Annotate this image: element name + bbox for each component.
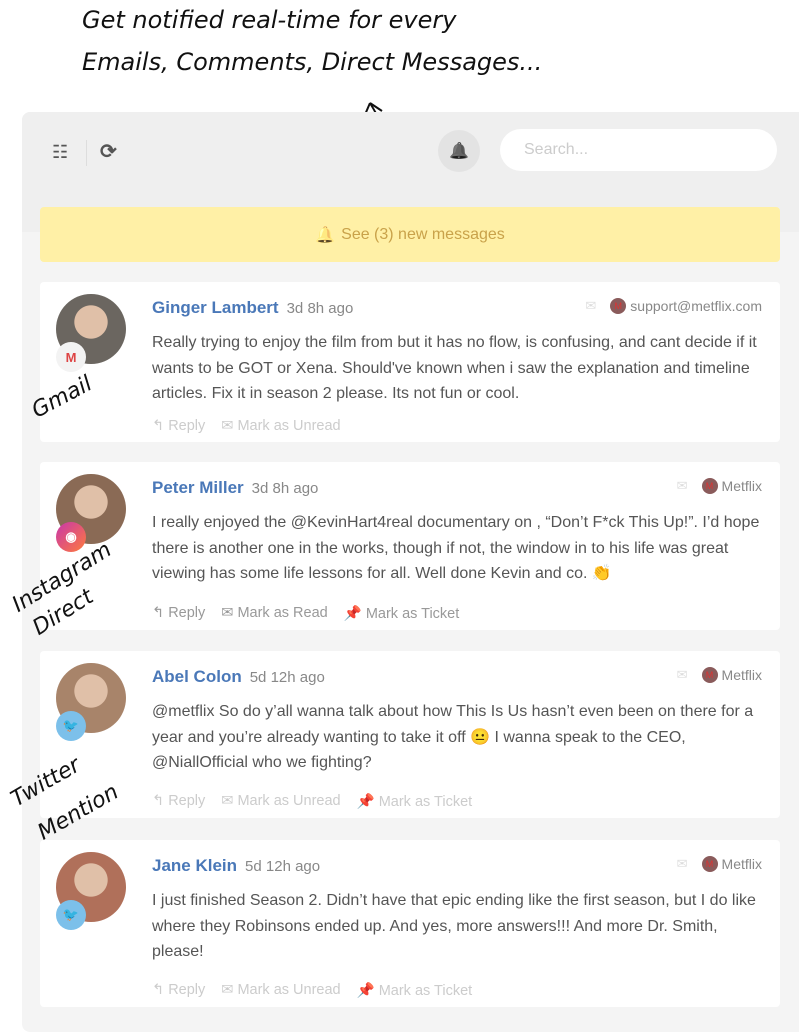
tasks-icon[interactable]: ☷: [52, 142, 68, 163]
account: ✉ Msupport@metflix.com: [585, 298, 762, 314]
action-icon: ✉: [221, 793, 234, 809]
account: ✉ M Metflix: [676, 856, 762, 872]
reply-button[interactable]: ↰ Reply: [152, 793, 205, 810]
divider: [86, 140, 87, 166]
message-card[interactable]: ◉ Peter Miller 3d 8h ago ✉ M Metflix I real…: [40, 462, 780, 630]
action-icon: ↰: [152, 605, 165, 621]
message-actions: ↰ Reply ✉ Mark as Unread: [152, 418, 341, 434]
message-status-icon[interactable]: ✉: [677, 667, 688, 683]
reply-button[interactable]: ↰ Reply: [152, 605, 205, 622]
instagram-icon: ◉: [56, 522, 86, 552]
mark-as-unread-button[interactable]: ✉ Mark as Unread: [221, 418, 340, 434]
twitter-icon: 🐦: [56, 900, 86, 930]
sender-name[interactable]: Jane Klein 5d 12h ago: [152, 856, 320, 876]
account: ✉ M Metflix: [676, 478, 762, 494]
timestamp: 3d 8h ago: [251, 480, 319, 497]
search-input[interactable]: [500, 129, 777, 171]
message-card[interactable]: 🐦 Jane Klein 5d 12h ago ✉ M Metflix I just …: [40, 840, 780, 1007]
metflix-logo-icon: M: [701, 856, 718, 872]
action-icon: ✉: [221, 982, 234, 998]
action-icon: ✉: [221, 418, 234, 434]
bell-icon: 🔔: [315, 226, 336, 244]
sender-name[interactable]: Peter Miller 3d 8h ago: [152, 478, 318, 498]
metflix-logo-icon: M: [610, 298, 627, 314]
message-actions: ↰ Reply ✉ Mark as Unread 📌 Mark as Ticket: [152, 982, 472, 999]
new-messages-banner[interactable]: 🔔 See (3) new messages: [40, 207, 780, 262]
timestamp: 5d 12h ago: [245, 858, 321, 875]
message-actions: ↰ Reply ✉ Mark as Read 📌 Mark as Ticket: [152, 605, 459, 622]
action-icon: 📌: [356, 794, 375, 810]
message-text: Really trying to enjoy the film from but…: [152, 334, 757, 402]
annotation-top-1: Get notified real-time for every: [82, 6, 457, 34]
gmail-icon: M: [56, 342, 86, 372]
message-text: I just finished Season 2. Didn’t have th…: [152, 892, 756, 960]
action-icon: ✉: [221, 605, 234, 621]
message-actions: ↰ Reply ✉ Mark as Unread 📌 Mark as Ticket: [152, 793, 472, 810]
refresh-icon[interactable]: ⟳: [100, 139, 117, 164]
message-card[interactable]: 🐦 Abel Colon 5d 12h ago ✉ M Metflix @metfli…: [40, 651, 780, 818]
twitter-icon: 🐦: [56, 711, 86, 741]
action-icon: ↰: [152, 982, 165, 998]
bell-icon: 🔔: [449, 143, 469, 160]
notifications-button[interactable]: 🔔: [438, 130, 480, 172]
inbox-panel: ☷ ⟳ 🔔 🔔 See (3) new messages M Ginger La…: [22, 112, 799, 1032]
mark-as-ticket-button[interactable]: 📌 Mark as Ticket: [344, 605, 460, 622]
action-icon: 📌: [356, 983, 375, 999]
message-status-icon[interactable]: ✉: [585, 298, 596, 314]
sender-name[interactable]: Abel Colon 5d 12h ago: [152, 667, 325, 687]
message-text: I really enjoyed the @KevinHart4real doc…: [152, 514, 760, 582]
action-icon: 📌: [343, 606, 362, 622]
message-text: @metflix So do y’all wanna talk about ho…: [152, 703, 754, 771]
banner-text: See (3) new messages: [341, 225, 505, 243]
metflix-logo-icon: M: [701, 667, 718, 683]
mark-as-read-button[interactable]: ✉ Mark as Read: [221, 605, 327, 622]
sender-name[interactable]: Ginger Lambert 3d 8h ago: [152, 298, 353, 318]
account: ✉ M Metflix: [676, 667, 762, 683]
action-icon: ↰: [152, 418, 165, 434]
timestamp: 3d 8h ago: [286, 300, 354, 317]
message-status-icon[interactable]: ✉: [677, 856, 688, 872]
timestamp: 5d 12h ago: [249, 669, 325, 686]
mark-as-unread-button[interactable]: ✉ Mark as Unread: [221, 982, 340, 999]
message-card[interactable]: M Ginger Lambert 3d 8h ago ✉ Msupport@metf…: [40, 282, 780, 442]
mark-as-unread-button[interactable]: ✉ Mark as Unread: [221, 793, 340, 810]
annotation-top-2: Emails, Comments, Direct Messages...: [82, 48, 543, 76]
message-status-icon[interactable]: ✉: [677, 478, 688, 494]
mark-as-ticket-button[interactable]: 📌 Mark as Ticket: [357, 793, 473, 810]
reply-button[interactable]: ↰ Reply: [152, 982, 205, 999]
reply-button[interactable]: ↰ Reply: [152, 418, 205, 434]
metflix-logo-icon: M: [701, 478, 718, 494]
action-icon: ↰: [152, 793, 165, 809]
mark-as-ticket-button[interactable]: 📌 Mark as Ticket: [357, 982, 473, 999]
